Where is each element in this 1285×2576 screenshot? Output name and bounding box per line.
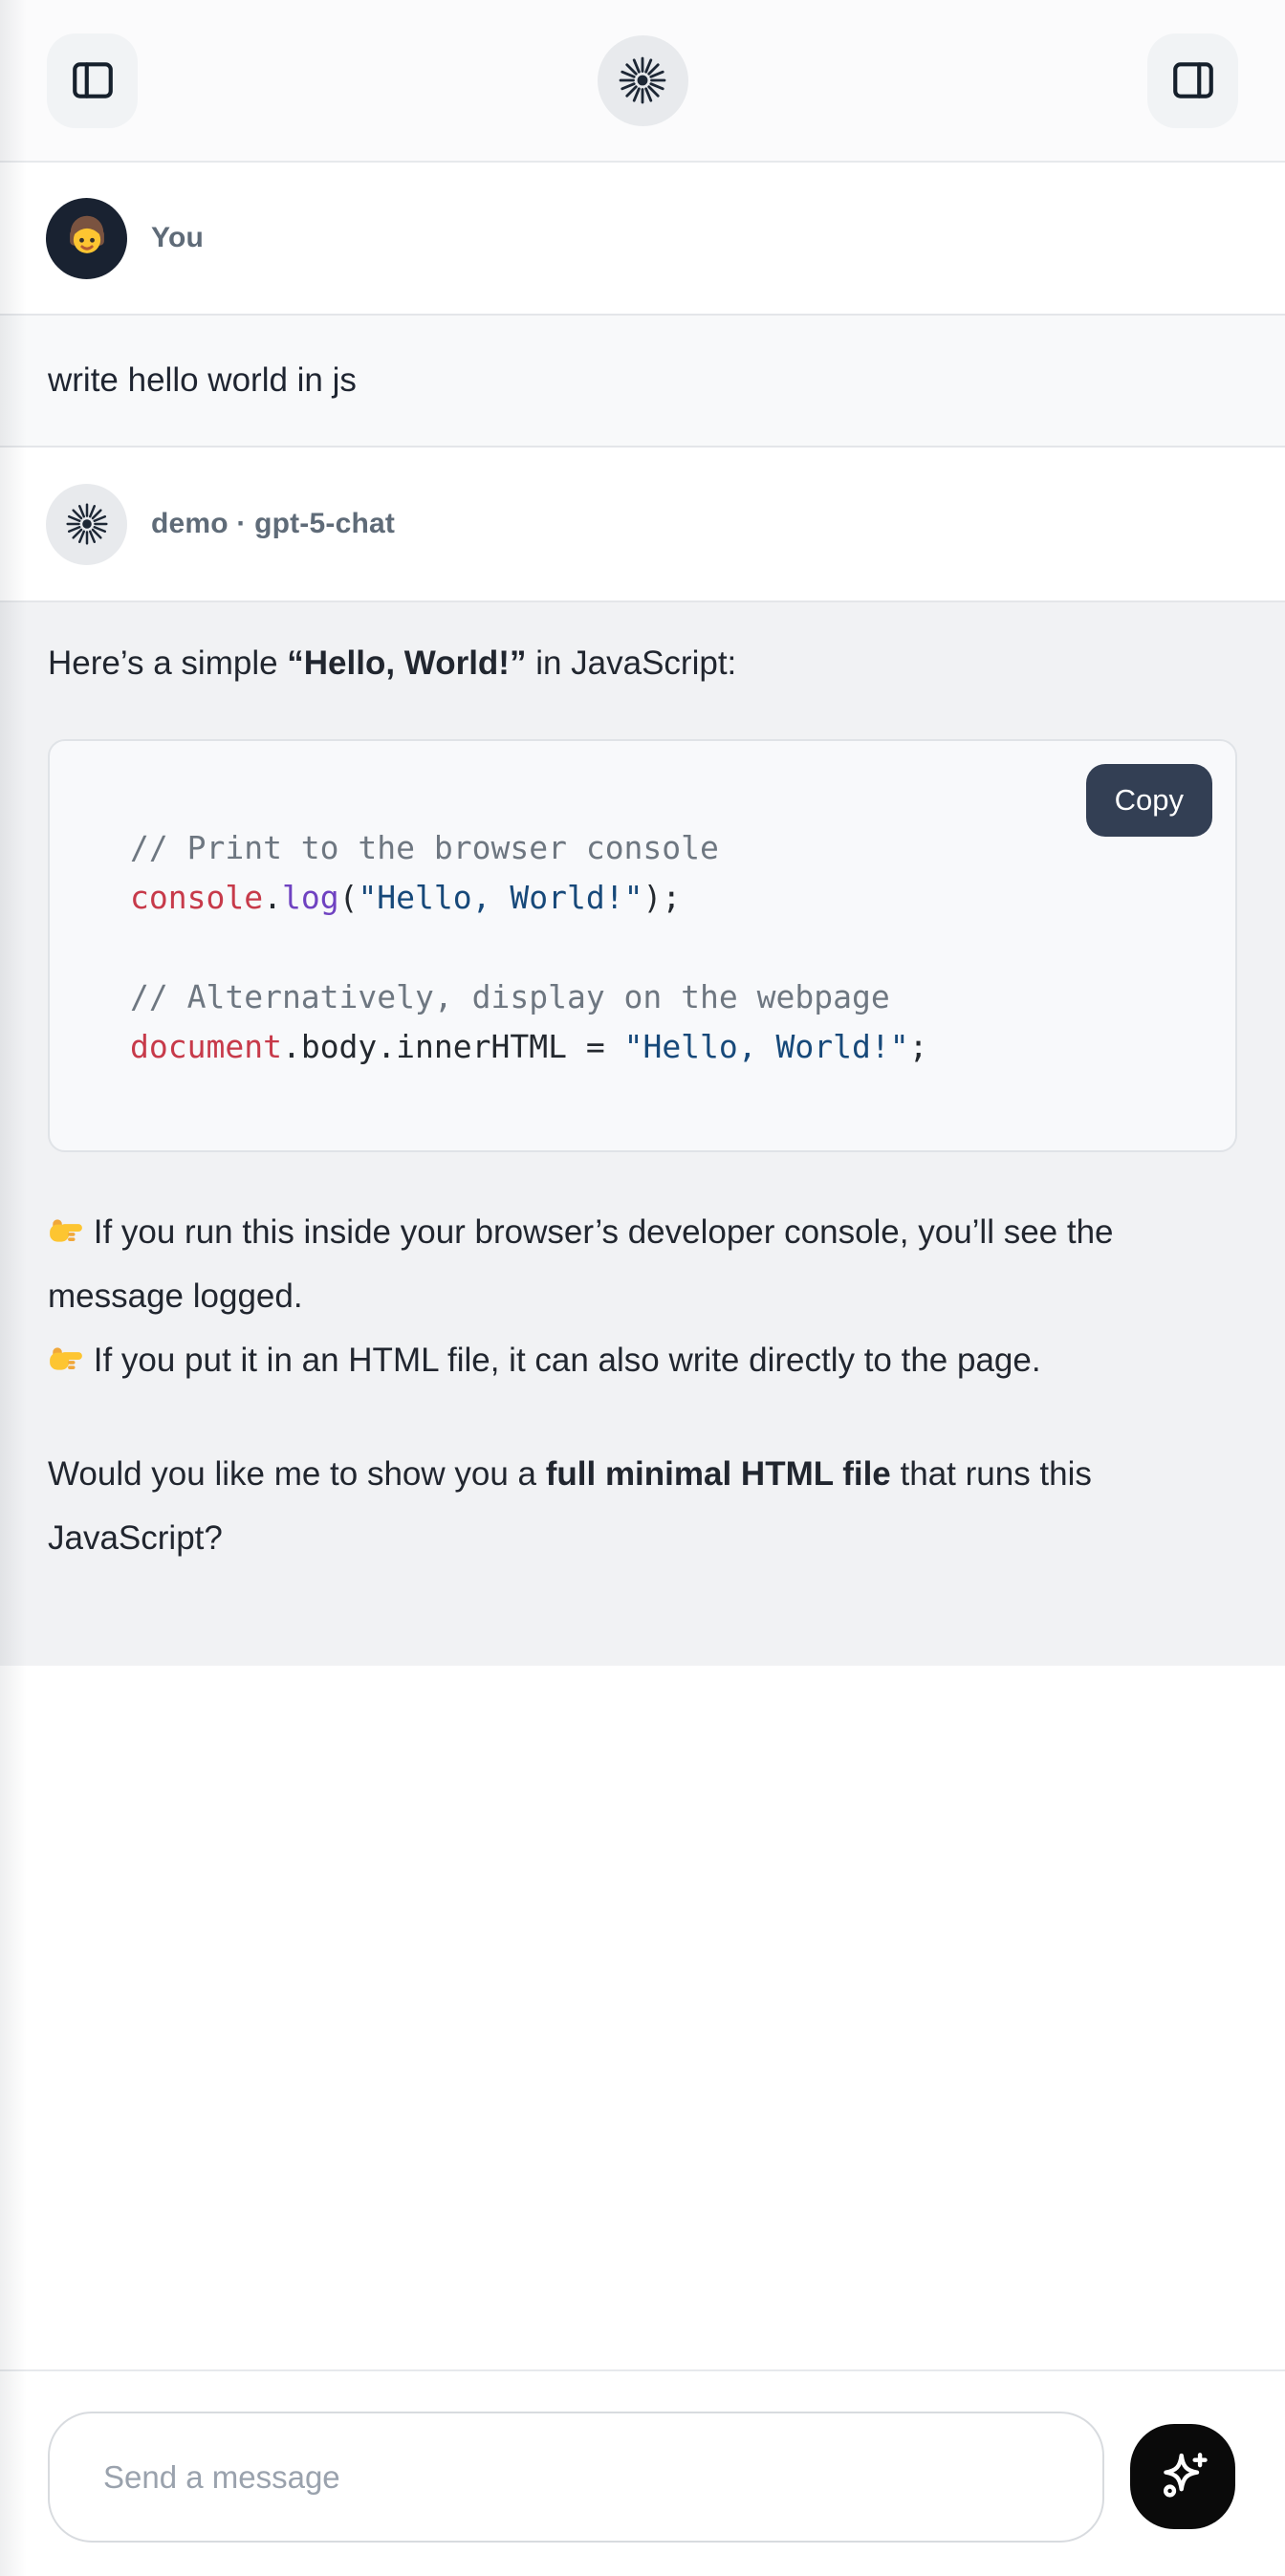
composer-bar bbox=[0, 2369, 1285, 2576]
point-right-emoji bbox=[48, 1212, 84, 1249]
right-panel-toggle-button[interactable] bbox=[1147, 33, 1238, 128]
panel-left-icon bbox=[69, 56, 117, 104]
code-block: Copy // Print to the browser consolecons… bbox=[48, 739, 1237, 1152]
send-button[interactable] bbox=[1130, 2424, 1235, 2529]
sidebar-toggle-button[interactable] bbox=[47, 33, 138, 128]
empty-scroll-area bbox=[0, 1666, 1285, 2369]
model-logo-avatar bbox=[598, 35, 688, 126]
person-emoji-icon bbox=[57, 208, 117, 268]
panel-right-icon bbox=[1169, 56, 1217, 104]
assistant-avatar bbox=[46, 484, 127, 565]
assistant-pointers-paragraph: If you run this inside your browser’s de… bbox=[48, 1200, 1237, 1392]
user-message-bubble: write hello world in js bbox=[0, 314, 1285, 448]
assistant-intro-paragraph: Here’s a simple “Hello, World!” in JavaS… bbox=[48, 631, 1237, 695]
starburst-icon bbox=[618, 55, 667, 105]
user-sender-label: You bbox=[151, 222, 204, 254]
code-content: // Print to the browser consoleconsole.l… bbox=[50, 741, 1235, 1148]
assistant-message-body: Here’s a simple “Hello, World!” in JavaS… bbox=[0, 600, 1285, 1666]
assistant-sender-row: demo · gpt-5-chat bbox=[0, 448, 1285, 600]
copy-code-button[interactable]: Copy bbox=[1086, 764, 1212, 837]
assistant-closing-paragraph: Would you like me to show you a full min… bbox=[48, 1442, 1237, 1570]
starburst-icon bbox=[65, 502, 109, 546]
user-sender-row: You bbox=[0, 163, 1285, 314]
user-avatar bbox=[46, 198, 127, 279]
assistant-sender-label: demo · gpt-5-chat bbox=[151, 508, 395, 540]
user-message-text: write hello world in js bbox=[48, 361, 357, 400]
sparkle-plus-icon bbox=[1153, 2447, 1212, 2506]
message-input[interactable] bbox=[48, 2412, 1104, 2543]
point-right-emoji bbox=[48, 1341, 84, 1377]
top-bar bbox=[0, 0, 1285, 163]
